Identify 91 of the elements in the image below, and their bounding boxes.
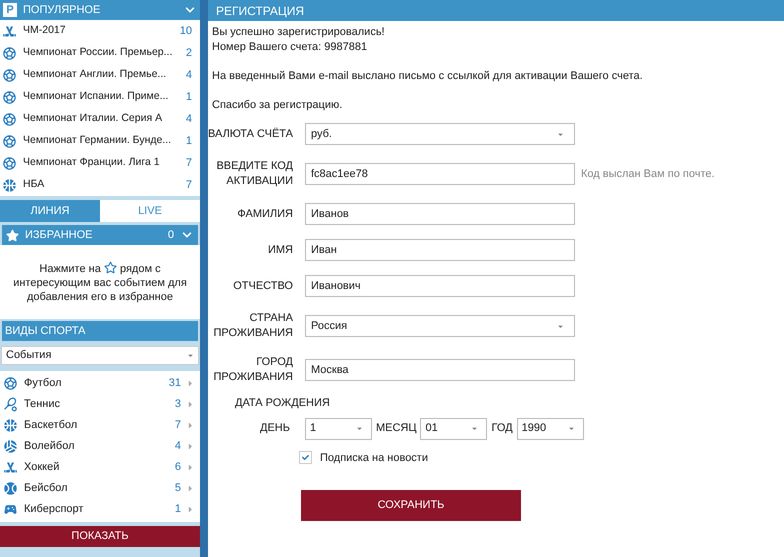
sport-item[interactable]: Киберспорт 1 [0,499,200,520]
logo: P [3,3,17,17]
tournament-item[interactable]: Чемпионат Франции. Лига 1 7 [0,152,200,174]
select-field[interactable]: руб. [305,123,575,145]
caret-right-icon [187,400,194,409]
caret-icon [471,425,478,432]
tournament-item[interactable]: Чемпионат Испании. Приме... 1 [0,86,200,108]
field-label: ИМЯ [266,242,293,258]
tournament-item[interactable]: Чемпионат Англии. Премье... 4 [0,64,200,86]
tournament-item[interactable]: НБА 7 [0,174,200,196]
caret-right-icon [187,379,194,388]
events-select[interactable]: События [1,346,199,365]
field-label: ВВЕДИТЕ КОД АКТИВАЦИИ [215,159,293,189]
sport-item[interactable]: Баскетбол 7 [0,415,200,436]
check-icon [302,454,309,462]
basketball-icon [2,178,17,192]
select-field[interactable]: 1 [304,418,372,440]
caret-right-icon [187,421,194,430]
input-field[interactable]: Иванович [305,275,575,297]
section-title: ВИДЫ СПОРТА [2,321,198,341]
field-label: ГОРОД ПРОЖИВАНИЯ [212,355,293,385]
sport-item[interactable]: Хоккей 6 [0,457,200,478]
checkbox-label: Подписка на новости [320,450,428,466]
checkbox[interactable] [299,451,312,464]
caret-right-icon [187,505,194,514]
event-count: 7 [174,418,181,434]
input-field[interactable]: Иван [305,239,575,261]
date-label: ДЕНЬ [260,421,290,436]
tournament-item[interactable]: ЧМ-2017 10 [0,20,200,42]
field-label: ОТЧЕСТВО [232,278,293,294]
email-note: На введенный Вами e-mail выслано письмо с ссылкой для активации Вашего счета. [212,69,644,84]
event-count: 4 [186,112,192,127]
hockey-stick-icon [3,460,18,475]
sport-item[interactable]: Теннис 3 [0,394,200,415]
input-field[interactable]: fc8ac1ee78 [305,163,575,185]
caret-right-icon [187,442,194,451]
field-label: ВАЛЮТА СЧЁТА [208,126,293,142]
field-hint: Код выслан Вам по почте. [581,166,715,182]
event-count: 3 [174,397,181,412]
success-message: Вы успешно зарегистрировались! [212,25,386,40]
caret-right-icon [187,463,194,472]
favorites-count: 0 [168,228,174,243]
event-count: 7 [186,178,192,193]
birth-date-label: ДАТА РОЖДЕНИЯ [235,396,331,411]
field-label: СТРАНА ПРОЖИВАНИЯ [212,311,293,341]
tournament-item[interactable]: Чемпионат России. Премьер... 2 [0,42,200,64]
select-field[interactable]: Россия [305,315,575,337]
hockey-stick-icon [2,24,17,38]
basketball-icon [3,418,18,433]
caret-icon [356,425,363,432]
sport-item[interactable]: Волейбол 4 [0,436,200,457]
page-header: РЕГИСТРАЦИЯ [208,0,784,21]
select-field[interactable]: 01 [420,418,488,440]
event-count: 2 [186,46,192,61]
favorites-hint: Нажмите на рядом с интересующим вас событием для добавления его в избранное [12,260,188,304]
event-count: 6 [174,460,181,476]
event-count: 5 [174,481,181,496]
sport-item[interactable]: Футбол 31 [0,373,200,394]
star-icon [6,228,19,242]
chevron-down-icon[interactable] [183,5,197,15]
thanks-message: Спасибо за регистрацию. [212,98,344,113]
event-count: 4 [186,68,192,83]
select-field[interactable]: 1990 [516,418,584,440]
event-count: 1 [174,502,181,518]
event-count: 4 [174,439,181,454]
tournament-item[interactable]: Чемпионат Германии. Бунде... 1 [0,130,200,152]
gamepad-icon [3,502,18,517]
chevron-down-icon [180,230,194,240]
event-count: 31 [168,376,181,392]
caret-right-icon [187,484,194,493]
tournament-item[interactable]: Чемпионат Италии. Серия А 4 [0,108,200,130]
volleyball-icon [3,439,18,454]
section-title: ПОПУЛЯРНОЕ [23,2,102,18]
caret-icon [568,425,575,432]
input-field[interactable]: Москва [305,359,575,381]
date-label: МЕСЯЦ [376,421,416,436]
sport-item[interactable]: Бейсбол 5 [0,478,200,499]
event-count: 10 [180,24,192,39]
caret-icon [557,130,564,138]
star-icon [104,260,117,274]
field-label: ФАМИЛИЯ [236,206,293,222]
save-button[interactable]: СОХРАНИТЬ [301,490,521,521]
caret-icon [187,352,194,359]
event-count: 1 [186,134,192,149]
date-label: ГОД [491,421,513,436]
event-count: 7 [186,156,192,171]
event-count: 1 [186,90,192,105]
caret-icon [557,322,564,330]
show-button[interactable]: ПОКАЗАТЬ [0,526,200,547]
input-field[interactable]: Иванов [305,203,575,225]
account-number: Номер Вашего счета: 9987881 [212,40,368,55]
